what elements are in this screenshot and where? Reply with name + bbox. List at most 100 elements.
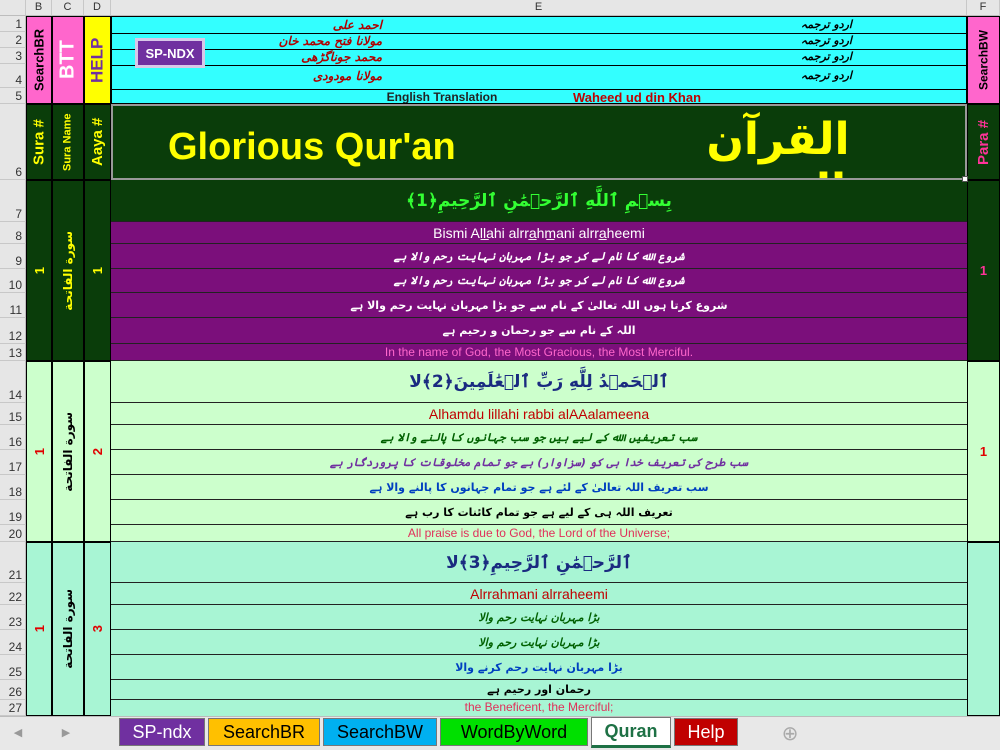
aaya-number-cell[interactable]: 1 — [84, 180, 111, 361]
row-header[interactable]: 27 — [0, 700, 26, 716]
transliteration[interactable]: Alhamdu lillahi rabbi alAAalameena — [111, 403, 967, 425]
translator-name: مولانا فتح محمد خان — [278, 34, 382, 48]
english-translation-label: English Translation — [386, 90, 498, 104]
transliteration[interactable]: Bismi All̲ahi alrra̲hm̲ani alrra̲heemi — [111, 222, 967, 244]
sura-number: 1 — [31, 625, 47, 633]
sura-name-cell[interactable]: سورة الفاتحة — [52, 361, 84, 542]
para-number-cell[interactable] — [967, 542, 1000, 716]
arabic-verse[interactable]: ٱلرَّحۡمَٰنِ ٱلرَّحِيمِ﴿3﴾لا — [111, 542, 967, 583]
column-header-f[interactable]: F — [967, 0, 1000, 16]
urdu-translation[interactable]: شروع الله کا نام لے کر جو بڑا مہربان نہا… — [111, 244, 967, 269]
row-header[interactable]: 2 — [0, 32, 26, 48]
translation-label: اردو ترجمہ — [800, 18, 852, 31]
english-translation[interactable]: the Beneficent, the Merciful; — [111, 700, 967, 716]
row-header[interactable]: 6 — [0, 104, 26, 180]
row-header[interactable]: 1 — [0, 16, 26, 32]
prev-sheet-icon[interactable]: ◀ — [8, 723, 28, 743]
sura-name: سورة الفاتحة — [61, 230, 75, 311]
row-header[interactable]: 5 — [0, 88, 26, 104]
translator-name: مولانا مودودی — [312, 69, 382, 83]
row-header[interactable]: 20 — [0, 525, 26, 542]
urdu-translation[interactable]: سب طرح کی تعریف خدا ہی کو (سزاوار) ہے جو… — [111, 450, 967, 475]
row-header[interactable]: 13 — [0, 344, 26, 361]
transliteration[interactable]: Alrrahmani alrraheemi — [111, 583, 967, 605]
row-header[interactable]: 24 — [0, 630, 26, 655]
para-number-cell[interactable]: 1 — [967, 180, 1000, 361]
tab-searchbr[interactable]: SearchBR — [208, 718, 320, 746]
row-header[interactable]: 12 — [0, 318, 26, 344]
search-bw-button[interactable]: SearchBW — [967, 16, 1000, 104]
select-all-corner[interactable] — [0, 0, 26, 16]
row-header[interactable]: 19 — [0, 500, 26, 525]
row-header[interactable]: 26 — [0, 680, 26, 700]
sp-ndx-button[interactable]: SP-NDX — [135, 38, 205, 68]
urdu-translation[interactable]: بڑا مہربان نہایت رحم والا — [111, 605, 967, 630]
arabic-verse[interactable]: ٱلۡحَمۡدُ لِلَّهِ رَبِّ ٱلۡعَٰلَمِينَ﴿2﴾… — [111, 361, 967, 403]
urdu-translation[interactable]: بڑا مہربان نہایت رحم کرنے والا — [111, 655, 967, 680]
row-header[interactable]: 21 — [0, 542, 26, 583]
column-header-b[interactable]: B — [26, 0, 52, 16]
search-br-button[interactable]: SearchBR — [26, 16, 52, 104]
row-header[interactable]: 11 — [0, 293, 26, 318]
btt-button[interactable]: BTT — [52, 16, 84, 104]
english-translation[interactable]: In the name of God, the Most Gracious, t… — [111, 344, 967, 361]
sura-name: سورة الفاتحة — [61, 411, 75, 492]
arabic-verse[interactable]: بِسۡمِ ٱللَّهِ ٱلرَّحۡمَٰنِ ٱلرَّحِيمِ﴿1… — [111, 180, 967, 222]
tab-sp-ndx[interactable]: SP-ndx — [119, 718, 205, 746]
urdu-translation[interactable]: تعریف اللہ ہی کے لیے ہے جو تمام کائنات ک… — [111, 500, 967, 525]
tab-searchbw[interactable]: SearchBW — [323, 718, 437, 746]
para-number-header: Para # — [967, 104, 1000, 180]
translation-label: اردو ترجمہ — [800, 34, 852, 47]
urdu-translation[interactable]: سب تعریف اللہ تعالیٰ کے لئے ہے جو تمام ج… — [111, 475, 967, 500]
row-header[interactable]: 7 — [0, 180, 26, 222]
row-header[interactable]: 3 — [0, 48, 26, 64]
sura-name-cell[interactable]: سورة الفاتحة — [52, 542, 84, 716]
row-header[interactable]: 8 — [0, 222, 26, 244]
urdu-translation[interactable]: بڑا مہربان نہایت رحم والا — [111, 630, 967, 655]
translator-name: محمد جوناگڑھی — [301, 50, 382, 64]
next-sheet-icon[interactable]: ▶ — [56, 723, 76, 743]
row-header[interactable]: 14 — [0, 361, 26, 403]
row-header[interactable]: 25 — [0, 655, 26, 680]
row-header[interactable]: 4 — [0, 64, 26, 88]
sheet-tab-bar: ◀ ▶ SP-ndx SearchBR SearchBW WordByWord … — [0, 716, 1000, 750]
english-translator-name: Waheed ud din Khan — [572, 90, 702, 104]
aaya-number-header: Aaya # — [84, 104, 111, 180]
column-header-d[interactable]: D — [84, 0, 111, 16]
tab-help[interactable]: Help — [674, 718, 738, 746]
para-number-cell[interactable]: 1 — [967, 361, 1000, 542]
help-button[interactable]: HELP — [84, 16, 111, 104]
add-sheet-icon[interactable]: ⊕ — [778, 721, 802, 745]
tab-wordbyword[interactable]: WordByWord — [440, 718, 588, 746]
row-header[interactable]: 18 — [0, 475, 26, 500]
row-header[interactable]: 22 — [0, 583, 26, 605]
aaya-number: 2 — [90, 447, 105, 456]
sura-number-cell[interactable]: 1 — [26, 180, 52, 361]
sura-name-cell[interactable]: سورة الفاتحة — [52, 180, 84, 361]
urdu-translation[interactable]: شروع کرتا ہوں اللہ تعالیٰ کے نام سے جو ب… — [111, 293, 967, 318]
sura-number: 1 — [31, 447, 47, 456]
urdu-translation[interactable]: سب تعریفیں الله کے لیے ہیں جو سب جہانوں … — [111, 425, 967, 450]
row-header[interactable]: 10 — [0, 269, 26, 293]
column-header-c[interactable]: C — [52, 0, 84, 16]
column-header-e[interactable]: E — [111, 0, 967, 16]
aaya-number-cell[interactable]: 2 — [84, 361, 111, 542]
translator-banner: احمد علی مولانا فتح محمد خان محمد جوناگڑ… — [111, 16, 967, 104]
title-arabic: القرآن المجید — [706, 114, 850, 178]
urdu-translation[interactable]: اللہ کے نام سے جو رحمان و رحیم ہے — [111, 318, 967, 344]
sura-number-cell[interactable]: 1 — [26, 542, 52, 716]
translator-name: احمد علی — [332, 18, 382, 32]
sura-number-cell[interactable]: 1 — [26, 361, 52, 542]
english-translation[interactable]: All praise is due to God, the Lord of th… — [111, 525, 967, 542]
sura-name: سورة الفاتحة — [61, 589, 75, 669]
aaya-number-cell[interactable]: 3 — [84, 542, 111, 716]
row-header[interactable]: 15 — [0, 403, 26, 425]
fill-handle[interactable] — [962, 176, 968, 182]
row-header[interactable]: 9 — [0, 244, 26, 269]
urdu-translation[interactable]: شروع الله کا نام لے کر جو بڑا مہربان نہا… — [111, 269, 967, 293]
row-header[interactable]: 17 — [0, 450, 26, 475]
tab-quran[interactable]: Quran — [591, 717, 671, 748]
urdu-translation[interactable]: رحمان اور رحیم ہے — [111, 680, 967, 700]
row-header[interactable]: 23 — [0, 605, 26, 630]
row-header[interactable]: 16 — [0, 425, 26, 450]
